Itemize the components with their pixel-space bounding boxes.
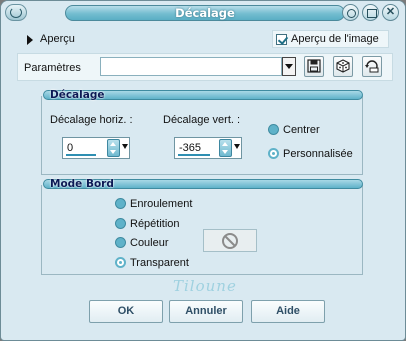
horizontal-offset-value: 0 [67, 142, 74, 154]
preview-image-label: Aperçu de l'image [291, 33, 379, 45]
radio-center[interactable] [268, 124, 279, 135]
radio-color[interactable] [115, 237, 126, 248]
preview-image-option[interactable]: Aperçu de l'image [272, 30, 389, 48]
presets-label: Paramètres [24, 62, 81, 74]
horizontal-offset-stepper[interactable] [107, 139, 120, 157]
vertical-offset-value: -365 [179, 142, 202, 154]
color-swatch[interactable] [203, 229, 257, 252]
help-icon[interactable] [342, 4, 359, 21]
random-button[interactable] [333, 56, 353, 77]
preview-row: Aperçu Aperçu de l'image [23, 30, 393, 49]
restore-icon[interactable] [362, 4, 379, 21]
presets-row: Paramètres [17, 53, 393, 81]
close-icon[interactable]: ✕ [382, 4, 399, 21]
save-preset-button[interactable] [304, 56, 324, 77]
title-bar: Décalage ✕ [1, 1, 405, 25]
horizontal-offset-dropdown-icon[interactable] [122, 144, 128, 149]
preview-image-checkbox[interactable] [276, 34, 287, 45]
offset-group: Décalage Décalage horiz. : 0 Décalage ve… [41, 89, 363, 175]
radio-transparent-label[interactable]: Transparent [130, 257, 189, 269]
horizontal-offset-input[interactable]: 0 [62, 137, 130, 159]
help-button[interactable]: Aide [251, 300, 325, 323]
reset-icon [365, 60, 379, 73]
expand-triangle-icon[interactable] [27, 35, 33, 45]
radio-repeat[interactable] [115, 218, 126, 229]
cancel-button[interactable]: Annuler [169, 300, 243, 323]
preview-toggle-label[interactable]: Aperçu [40, 33, 75, 45]
dialog-window: Décalage ✕ Aperçu Aperçu de l'image Para… [0, 0, 406, 341]
no-color-icon [222, 233, 238, 249]
radio-repeat-label[interactable]: Répétition [130, 218, 180, 230]
vertical-offset-stepper[interactable] [219, 139, 232, 157]
offset-group-title: Décalage [50, 89, 105, 101]
radio-transparent[interactable] [115, 257, 126, 268]
rotate-icon [10, 7, 22, 18]
vertical-offset-underline [178, 154, 210, 156]
radio-center-label[interactable]: Centrer [283, 124, 320, 136]
radio-wrap-label[interactable]: Enroulement [130, 198, 192, 210]
edge-mode-group-title: Mode Bord [50, 178, 114, 190]
radio-custom[interactable] [268, 148, 279, 159]
radio-custom-label[interactable]: Personnalisée [283, 148, 353, 160]
edge-mode-group-frame [41, 185, 363, 275]
edge-mode-group: Mode Bord Enroulement Répétition Couleur… [41, 178, 363, 275]
reset-button[interactable] [362, 56, 382, 77]
ok-button[interactable]: OK [89, 300, 163, 323]
vertical-offset-input[interactable]: -365 [174, 137, 242, 159]
horizontal-offset-label: Décalage horiz. : [50, 114, 133, 126]
edge-mode-group-header: Mode Bord [43, 178, 363, 190]
menu-button[interactable] [5, 4, 27, 21]
save-icon [307, 59, 321, 73]
watermark: Tiloune [173, 277, 237, 295]
window-title: Décalage [65, 5, 345, 21]
title-controls: ✕ [342, 4, 399, 21]
radio-wrap[interactable] [115, 198, 126, 209]
horizontal-offset-underline [66, 154, 96, 156]
vertical-offset-label: Décalage vert. : [163, 114, 241, 126]
presets-input[interactable] [100, 57, 282, 76]
presets-dropdown-button[interactable] [282, 57, 296, 76]
offset-group-header: Décalage [43, 89, 363, 101]
radio-color-label[interactable]: Couleur [130, 237, 169, 249]
vertical-offset-dropdown-icon[interactable] [234, 144, 240, 149]
dice-icon [336, 59, 350, 73]
